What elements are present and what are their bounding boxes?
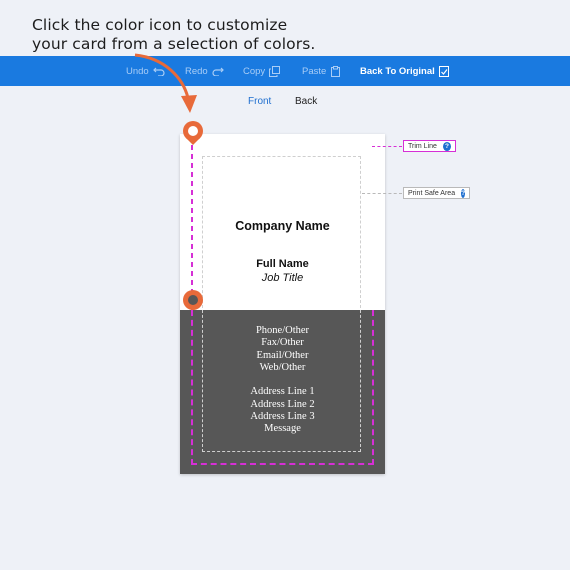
instruction-arrow — [134, 53, 197, 113]
print-safe-area-callout[interactable]: Print Safe Area ? — [403, 187, 470, 199]
trim-line-label: Trim Line — [408, 142, 437, 150]
help-icon[interactable]: ? — [461, 188, 466, 198]
print-safe-area-label: Print Safe Area — [408, 189, 456, 197]
trim-line-callout[interactable]: Trim Line ? — [403, 140, 456, 152]
print-safe-area-leader — [362, 193, 402, 194]
help-icon[interactable]: ? — [442, 141, 451, 151]
trim-line-leader — [372, 146, 402, 147]
